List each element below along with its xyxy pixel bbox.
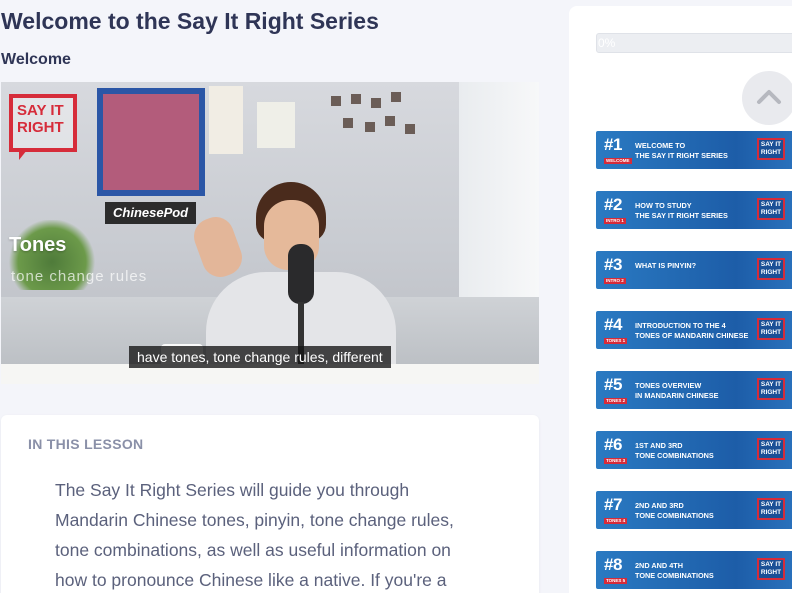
episode-tag: TONES 1 xyxy=(604,338,628,344)
episode-tag: WELCOME xyxy=(604,158,632,164)
episode-number: #5 xyxy=(604,375,622,394)
video-map-frame xyxy=(97,88,205,196)
episode-number: #8 xyxy=(604,555,622,574)
episode-number: #7 xyxy=(604,495,622,514)
episode-card[interactable]: #4 TONES 1 INTRODUCTION TO THE 4 TONES OF M… xyxy=(596,311,792,349)
video-overlay-topic: Tones xyxy=(9,234,67,256)
episode-number: #2 xyxy=(604,195,622,214)
episode-title: 1ST AND 3RD TONE COMBINATIONS xyxy=(635,441,714,460)
episode-number: #3 xyxy=(604,255,622,274)
say-it-right-badge: SAY IT RIGHT xyxy=(757,318,785,340)
say-it-right-logo: SAY IT RIGHT xyxy=(9,94,77,160)
say-it-right-badge: SAY IT RIGHT xyxy=(757,378,785,400)
episode-title: WELCOME TO THE SAY IT RIGHT SERIES xyxy=(635,141,728,160)
episode-title: INTRODUCTION TO THE 4 TONES OF MANDARIN C… xyxy=(635,321,749,340)
episode-title: WHAT IS PINYIN? xyxy=(635,261,697,270)
scroll-up-button[interactable] xyxy=(742,71,792,125)
episode-tag: TONES 4 xyxy=(604,518,628,524)
episode-tag: TONES 5 xyxy=(604,578,628,584)
episode-card[interactable]: #8 TONES 5 2ND AND 4TH TONE COMBINATIONS SAY… xyxy=(596,551,792,589)
say-it-right-badge: SAY IT RIGHT xyxy=(757,558,785,580)
video-wall-scroll xyxy=(209,86,243,154)
video-wall-scroll xyxy=(257,102,295,148)
section-title: Welcome xyxy=(1,51,71,68)
episode-card[interactable]: #6 TONES 3 1ST AND 3RD TONE COMBINATIONS SAY… xyxy=(596,431,792,469)
progress-bar: 0% xyxy=(596,33,792,53)
lesson-card: IN THIS LESSON The Say It Right Series w… xyxy=(1,415,539,593)
say-it-right-badge: SAY IT RIGHT xyxy=(757,438,785,460)
episode-tag: TONES 3 xyxy=(604,458,628,464)
progress-label: 0% xyxy=(598,36,616,50)
lesson-description: The Say It Right Series will guide you t… xyxy=(55,480,454,590)
episode-tag: INTRO 1 xyxy=(604,218,626,224)
episode-tag: INTRO 2 xyxy=(604,278,626,284)
episode-tag: TONES 2 xyxy=(604,398,628,404)
episode-sidebar: 0% #1 WELCOME WELCOME TO THE SAY IT RIGHT S… xyxy=(569,6,792,593)
chevron-up-icon xyxy=(757,90,781,104)
episode-title: 2ND AND 3RD TONE COMBINATIONS xyxy=(635,501,714,520)
episode-card[interactable]: #7 TONES 4 2ND AND 3RD TONE COMBINATIONS SAY… xyxy=(596,491,792,529)
episode-card[interactable]: #5 TONES 2 TONES OVERVIEW IN MANDARIN CHINE… xyxy=(596,371,792,409)
video-overlay-subtitle: tone change rules xyxy=(11,268,148,285)
say-it-right-badge: SAY IT RIGHT xyxy=(757,138,785,160)
episode-title: HOW TO STUDY THE SAY IT RIGHT SERIES xyxy=(635,201,728,220)
episode-title: TONES OVERVIEW IN MANDARIN CHINESE xyxy=(635,381,719,400)
page-title: Welcome to the Say It Right Series xyxy=(1,8,379,34)
say-it-right-badge: SAY IT RIGHT xyxy=(757,198,785,220)
say-it-right-badge: SAY IT RIGHT xyxy=(757,258,785,280)
video-wall-photos xyxy=(321,92,421,162)
episode-number: #6 xyxy=(604,435,622,454)
episode-card[interactable]: #1 WELCOME WELCOME TO THE SAY IT RIGHT SERI… xyxy=(596,131,792,169)
episode-number: #1 xyxy=(604,135,622,154)
episode-card[interactable]: #2 INTRO 1 HOW TO STUDY THE SAY IT RIGHT SE… xyxy=(596,191,792,229)
say-it-right-badge: SAY IT RIGHT xyxy=(757,498,785,520)
episode-title: 2ND AND 4TH TONE COMBINATIONS xyxy=(635,561,714,580)
episode-card[interactable]: #3 INTRO 2 WHAT IS PINYIN? SAY IT RIGHT xyxy=(596,251,792,289)
video-player[interactable]: ChinesePod SAY IT RIGHT Tones tone chang… xyxy=(1,82,539,384)
video-caption: have tones, tone change rules, different xyxy=(129,346,391,368)
episode-number: #4 xyxy=(604,315,622,334)
lesson-heading: IN THIS LESSON xyxy=(28,436,144,452)
